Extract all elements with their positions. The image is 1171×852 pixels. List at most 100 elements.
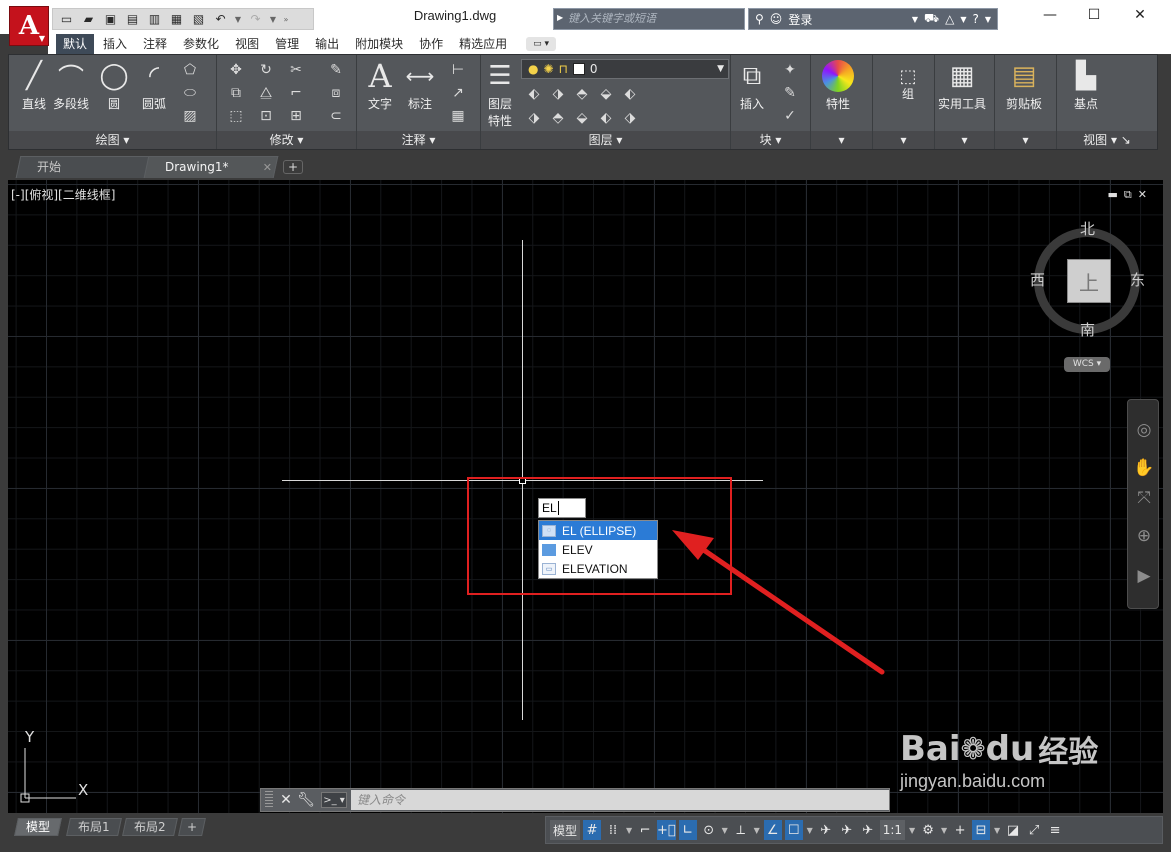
new-file-icon[interactable]: ▭ [57,11,76,28]
open-folder-icon[interactable]: ▰ [79,11,98,28]
layer-tool-9-icon[interactable]: ⬖ [597,109,615,127]
scale-icon[interactable]: ⊡ [257,107,275,125]
layer-tool-5-icon[interactable]: ⬖ [621,85,639,103]
view-panel-footer[interactable]: 视图 ▾ ↘ [1057,131,1157,149]
login-dropdown-icon[interactable]: ▼ [912,15,918,24]
model-space-toggle[interactable]: 模型 [550,820,581,840]
table-icon[interactable]: ▦ [449,107,467,125]
move-icon[interactable]: ✥ [227,61,245,79]
stretch-icon[interactable]: ⬚ [227,107,245,125]
hatch-icon[interactable]: ▨ [181,107,199,125]
search-expand-icon[interactable]: ▶ [557,13,563,22]
workspace-dropdown-icon[interactable]: ▼ [940,820,948,840]
base-view-tool[interactable]: ▙ 基点 [1069,59,1103,112]
layer-tool-4-icon[interactable]: ⬙ [597,85,615,103]
customize-wrench-icon[interactable]: 🔧︎ [297,791,315,809]
ortho-icon[interactable]: ∟ [678,820,697,840]
ribbon-tab-manage[interactable]: 管理 [268,34,306,54]
new-tab-button[interactable]: + [283,160,303,174]
properties-panel-footer[interactable]: ▾ [811,131,872,149]
clipboard-tool[interactable]: ▤ 剪贴板 [1006,59,1042,112]
insert-block-tool[interactable]: ⧉ 插入 [735,59,769,112]
isolate-objects-icon[interactable]: ◪ [1004,820,1022,840]
array-icon[interactable]: ⊞ [287,107,305,125]
layer-tool-10-icon[interactable]: ⬗ [621,109,639,127]
ellipse-icon[interactable]: ⬭ [181,84,199,102]
modify-panel-footer[interactable]: 修改 ▾ [217,131,356,149]
fillet-icon[interactable]: ⌐ [287,84,305,102]
ribbon-tab-collaborate[interactable]: 协作 [412,34,450,54]
share-icon[interactable]: ▦ [167,11,186,28]
utilities-tool[interactable]: ▦ 实用工具 [938,59,986,112]
layer-tool-1-icon[interactable]: ⬖ [525,85,543,103]
ribbon-tab-featured-apps[interactable]: 精选应用 [452,34,514,54]
help-dropdown-icon[interactable]: ▼ [985,15,991,24]
drawing-canvas[interactable]: [-][俯视][二维线框] ▬ ⧉ ✕ 上 北 南 东 西 WCS ▾ ◎ ✋ … [8,180,1163,813]
a360-icon[interactable]: △ [945,12,954,26]
ribbon-tab-parametric[interactable]: 参数化 [176,34,226,54]
line-tool[interactable]: ╱ 直线 [17,59,51,112]
application-menu-button[interactable]: A ▼ [9,6,49,46]
dimension-tool[interactable]: ⟷ 标注 [403,59,437,112]
recent-commands-icon[interactable]: >_ ▾ [321,792,347,808]
annotation-monitor-icon[interactable]: + [951,820,969,840]
close-command-line-icon[interactable]: ✕ [277,791,295,809]
clipboard-panel-footer[interactable]: ▾ [995,131,1056,149]
layer-tool-3-icon[interactable]: ⬘ [573,85,591,103]
redo-dropdown-icon[interactable]: ▼ [268,11,278,28]
layer-tool-7-icon[interactable]: ⬘ [549,109,567,127]
scale-dropdown-icon[interactable]: ▼ [908,820,916,840]
polar-tracking-icon[interactable]: ⊙ [700,820,718,840]
layout-tab-1[interactable]: 布局1 [66,818,122,836]
cart-icon[interactable]: ⛟ [924,11,939,27]
object-snap-dropdown-icon[interactable]: ▼ [806,820,814,840]
open-web-icon[interactable]: ▥ [145,11,164,28]
ribbon-tab-annotate[interactable]: 注释 [136,34,174,54]
binoculars-icon[interactable]: ⚲ [755,12,764,26]
edit-block-icon[interactable]: ✎ [781,84,799,102]
annotation-scale-value[interactable]: 1:1 [879,820,906,840]
isodraft-dropdown-icon[interactable]: ▼ [753,820,761,840]
ribbon-minimize-toggle[interactable]: ▭ ▾ [526,37,557,51]
search-input[interactable] [568,11,743,27]
login-button[interactable]: 登录 [788,11,812,28]
ribbon-tab-default[interactable]: 默认 [56,34,95,54]
leader-icon[interactable]: ↗ [449,84,467,102]
layer-tool-6-icon[interactable]: ⬗ [525,109,543,127]
polygon-icon[interactable]: ⬠ [181,61,199,79]
ribbon-tab-output[interactable]: 输出 [308,34,346,54]
close-tab-icon[interactable]: ✕ [262,158,271,178]
circle-tool[interactable]: ◯ 圆 [97,59,131,112]
annotation-panel-footer[interactable]: 注释 ▾ [357,131,480,149]
create-block-icon[interactable]: ✦ [781,61,799,79]
object-snap-tracking-icon[interactable]: ∠ [763,820,782,840]
isodraft-icon[interactable]: ⟂ [732,820,750,840]
auto-scale-icon[interactable]: ✈ [838,820,856,840]
layout-tab-model[interactable]: 模型 [14,818,62,836]
ribbon-tab-addins[interactable]: 附加模块 [348,34,410,54]
explode-icon[interactable]: ⧈ [327,84,345,102]
save-icon[interactable]: ▣ [101,11,120,28]
annotation-visibility-icon[interactable]: ✈ [817,820,835,840]
a360-dropdown-icon[interactable]: ▼ [960,15,966,24]
block-panel-footer[interactable]: 块 ▾ [731,131,810,149]
annotation-scale-icon[interactable]: ✈ [859,820,877,840]
user-icon[interactable]: ☺ [770,12,783,26]
properties-tool[interactable]: 特性 [821,59,855,112]
units-lock-icon[interactable]: ⊟ [972,820,991,840]
print-icon[interactable]: ▧ [189,11,208,28]
file-tab-start[interactable]: 开始 [15,156,153,178]
dynamic-input-icon[interactable]: +⃞ [657,820,676,840]
grid-icon[interactable]: # [583,820,602,840]
erase-icon[interactable]: ✎ [327,61,345,79]
edit-attribute-icon[interactable]: ✓ [781,107,799,125]
search-box[interactable]: ▶ [553,8,745,30]
ribbon-tab-insert[interactable]: 插入 [96,34,134,54]
draw-panel-footer[interactable]: 绘图 ▾ [9,131,216,149]
object-snap-icon[interactable]: ☐ [784,820,803,840]
mirror-icon[interactable]: ⧋ [257,84,275,102]
layer-tool-2-icon[interactable]: ⬗ [549,85,567,103]
polar-dropdown-icon[interactable]: ▼ [721,820,729,840]
add-layout-button[interactable]: + [178,818,206,836]
close-icon[interactable]: ✕ [1128,5,1152,25]
